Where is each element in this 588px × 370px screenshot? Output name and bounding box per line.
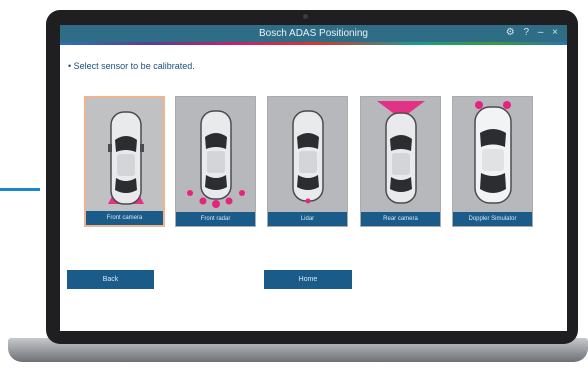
sensor-card-front-radar[interactable]: Front radar [175,96,256,227]
webcam [303,14,308,19]
app-window: Bosch ADAS Positioning ⚙ ? – × • Select … [60,25,567,331]
sensor-label: Front radar [176,212,255,226]
instruction-text: • Select sensor to be calibrated. [68,61,195,71]
window-title: Bosch ADAS Positioning [259,28,368,39]
car-rear-camera-icon [377,101,425,204]
sensor-label: Front camera [86,211,163,225]
sensor-card-front-camera[interactable]: Front camera [84,96,165,227]
car-front-radar-icon [187,110,245,208]
home-button[interactable]: Home [264,270,352,289]
accent-line [0,188,40,191]
title-bar: Bosch ADAS Positioning ⚙ ? – × [60,25,567,42]
car-doppler-icon [474,101,512,204]
car-front-camera-icon [108,111,144,205]
car-lidar-icon [292,110,324,204]
sensor-label: Rear camera [361,212,440,226]
sensor-label: Lidar [268,212,347,226]
sensor-label: Doppler Simulator [453,212,532,226]
sensor-card-lidar[interactable]: Lidar [267,96,348,227]
sensor-card-doppler-simulator[interactable]: Doppler Simulator [452,96,533,227]
color-band [60,42,567,45]
back-button[interactable]: Back [67,270,154,289]
sensor-card-rear-camera[interactable]: Rear camera [360,96,441,227]
window-controls[interactable]: ⚙ ? – × [506,27,561,38]
